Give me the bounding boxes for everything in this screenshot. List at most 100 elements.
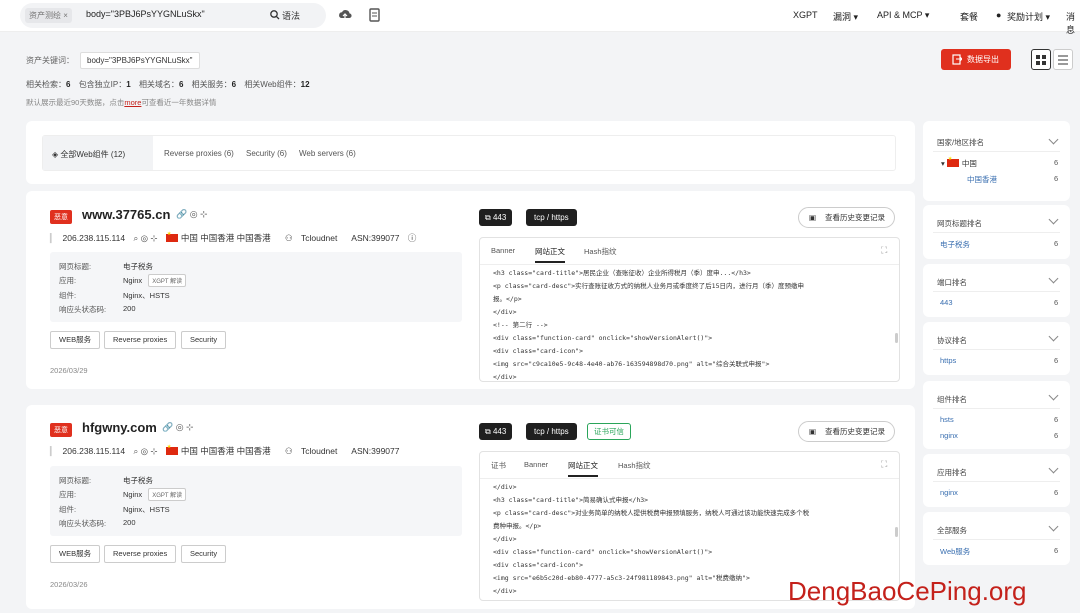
scrollbar[interactable] [895, 527, 898, 537]
tab-web-servers[interactable]: Web servers (6) [299, 149, 356, 158]
org: ⚇ Tcloudnet [285, 233, 343, 243]
tab-page-body[interactable]: 网站正文 [535, 246, 565, 263]
chevron-down-icon[interactable] [1048, 331, 1059, 342]
code-line: <!-- 第二行 --> [493, 321, 548, 329]
scrollbar[interactable] [895, 333, 898, 343]
item-count: 6 [1054, 158, 1059, 167]
more-link[interactable]: more [124, 98, 141, 107]
rank-item[interactable]: nginx [940, 488, 958, 497]
port-badge[interactable]: ⧉ 443 [479, 423, 513, 440]
panel-title: 协议排名 [937, 336, 967, 345]
ip-address[interactable]: 206.238.115.114 [63, 233, 126, 243]
chip-reverse-proxies[interactable]: Reverse proxies [104, 545, 177, 563]
ip-tool-icons[interactable]: ⌕ ◎ ⊹ [133, 446, 157, 456]
main-content: 资产关键词： body="3PBJ6PsYYGNLuSkx" 相关检索：6 包含独… [0, 32, 1080, 613]
nav-api-mcp[interactable]: API & MCP ▾ [877, 10, 929, 21]
ip-tool-icons[interactable]: ⌕ ◎ ⊹ [133, 233, 157, 243]
info-icon[interactable]: ⓘ [408, 233, 417, 243]
stats-line: 相关检索：6 包含独立IP：1 相关域名：6 相关服务：6 相关Web组件：12 [26, 79, 316, 90]
location-text: 中国 中国香港 中国香港 [180, 233, 271, 243]
chevron-down-icon[interactable] [1048, 214, 1059, 225]
item-count: 6 [1054, 488, 1059, 497]
host-action-icons[interactable]: 🔗 ◎ ⊹ [162, 422, 194, 433]
chip-web-service[interactable]: WEB服务 [50, 545, 101, 563]
protocol-badge[interactable]: tcp / https [526, 423, 577, 440]
nav-plans[interactable]: 套餐 [960, 10, 978, 23]
stat-value: 6 [178, 80, 184, 89]
rank-item[interactable]: Web服务 [940, 546, 970, 557]
keyword-label: 资产关键词： [26, 56, 74, 65]
chip-security[interactable]: Security [181, 331, 227, 349]
divider [933, 349, 1060, 350]
host-action-icons[interactable]: 🔗 ◎ ⊹ [176, 209, 208, 220]
app-value: Nginx [123, 276, 143, 285]
info-label: 网页标题: [59, 262, 92, 271]
rank-item[interactable]: 电子税务 [940, 239, 970, 250]
search-bar[interactable]: 资产测绘 × body="3PBJ6PsYYGNLuSkx" 语法 [20, 3, 326, 28]
code-line: <div class="card-icon"> [493, 561, 584, 569]
stat-value: 12 [300, 80, 310, 89]
rank-item[interactable]: nginx [940, 431, 958, 440]
history-button[interactable]: ▣ 查看历史变更记录 [798, 421, 895, 442]
upload-cloud-icon[interactable] [338, 8, 352, 22]
location-text: 中国 中国香港 中国香港 [180, 446, 271, 456]
china-flag-icon [946, 156, 959, 167]
code-line: </div> [493, 535, 517, 543]
asn: ASN:399077 [351, 233, 400, 243]
rank-item[interactable]: hsts [940, 415, 954, 424]
xgpt-explain-button[interactable]: XGPT 解读 [148, 274, 187, 287]
host-link[interactable]: www.37765.cn [82, 207, 170, 222]
expand-icon[interactable]: ⛶ [881, 245, 887, 256]
country-item[interactable]: ▾ 中国 [941, 156, 977, 169]
chip-web-service[interactable]: WEB服务 [50, 331, 101, 349]
tab-page-body[interactable]: 网站正文 [568, 460, 598, 477]
tab-certificate[interactable]: 证书 [491, 460, 506, 471]
search-icon[interactable] [270, 10, 280, 20]
tab-all-web-components[interactable]: ◈ 全部Web组件 (12) [43, 136, 153, 170]
tab-banner[interactable]: Banner [524, 460, 548, 469]
rank-item[interactable]: https [940, 356, 956, 365]
chip-reverse-proxies[interactable]: Reverse proxies [104, 331, 177, 349]
chevron-down-icon[interactable] [1048, 134, 1059, 145]
search-input[interactable]: body="3PBJ6PsYYGNLuSkx" [86, 9, 205, 19]
region-item[interactable]: 中国香港 [967, 174, 997, 185]
nav-xgpt[interactable]: XGPT [793, 10, 818, 20]
chevron-down-icon[interactable] [1048, 463, 1059, 474]
tab-hash[interactable]: Hash指纹 [618, 460, 651, 471]
protocol-badge[interactable]: tcp / https [526, 209, 577, 226]
ip-address[interactable]: 206.238.115.114 [63, 446, 126, 456]
chevron-down-icon[interactable] [1048, 521, 1059, 532]
expand-icon[interactable]: ⛶ [881, 459, 887, 470]
org-text: Tcloudnet [300, 446, 338, 456]
rank-item[interactable]: 443 [940, 298, 953, 307]
malicious-badge: 恶意 [50, 210, 72, 224]
nav-rewards[interactable]: 奖励计划 ▾ [1007, 10, 1050, 23]
nav-vulns[interactable]: 漏洞 ▾ [833, 10, 858, 23]
list-view-button[interactable] [1053, 49, 1073, 70]
tab-hash[interactable]: Hash指纹 [584, 246, 617, 257]
history-button[interactable]: ▣ 查看历史变更记录 [798, 207, 895, 228]
status-code-value: 200 [123, 304, 136, 313]
grid-view-button[interactable] [1031, 49, 1051, 70]
chip-security[interactable]: Security [181, 545, 227, 563]
divider [933, 408, 1060, 409]
search-scope-tag[interactable]: 资产测绘 × [25, 8, 72, 23]
export-button[interactable]: 数据导出 [941, 49, 1011, 70]
filter-tabs-panel: ◈ 全部Web组件 (12) Reverse proxies (6) Secur… [26, 121, 915, 184]
chevron-down-icon[interactable] [1048, 390, 1059, 401]
port-badge[interactable]: ⧉ 443 [479, 209, 513, 226]
divider [480, 264, 899, 265]
divider: ▎ [50, 233, 57, 243]
keyword-line: 资产关键词： body="3PBJ6PsYYGNLuSkx" [26, 52, 200, 69]
xgpt-explain-button[interactable]: XGPT 解读 [148, 488, 187, 501]
export-label: 数据导出 [967, 55, 999, 64]
chevron-down-icon[interactable] [1048, 273, 1059, 284]
divider [933, 481, 1060, 482]
syntax-button[interactable]: 语法 [282, 9, 300, 22]
tab-banner[interactable]: Banner [491, 246, 515, 255]
host-link[interactable]: hfgwny.com [82, 420, 157, 435]
tab-security[interactable]: Security (6) [246, 149, 287, 158]
info-box: 网页标题: 电子税务 应用: Nginx XGPT 解读 组件: Nginx、HSTS … [50, 252, 462, 322]
report-icon[interactable] [368, 8, 382, 22]
tab-reverse-proxies[interactable]: Reverse proxies (6) [164, 149, 234, 158]
